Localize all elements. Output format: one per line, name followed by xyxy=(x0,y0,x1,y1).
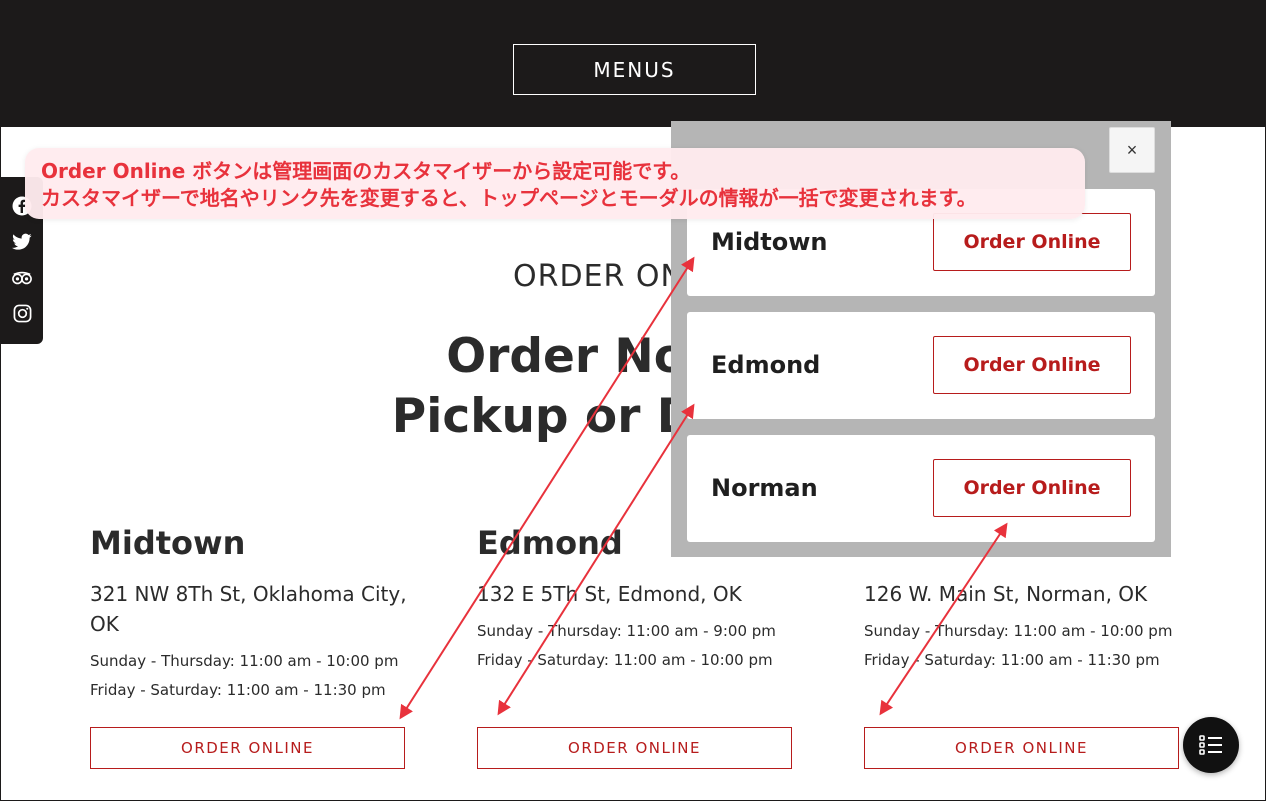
twitter-icon[interactable] xyxy=(12,232,32,252)
instagram-icon[interactable] xyxy=(12,303,32,323)
order-online-button-norman[interactable]: ORDER ONLINE xyxy=(864,727,1179,769)
location-hours: Sunday - Thursday: 11:00 am - 9:00 pm Fr… xyxy=(477,617,807,675)
top-header: MENUS xyxy=(1,1,1266,127)
location-name: Midtown xyxy=(90,524,246,562)
modal-order-button-edmond[interactable]: Order Online xyxy=(933,336,1131,394)
modal-close-button[interactable]: × xyxy=(1109,127,1155,173)
hours-weekend: Friday - Saturday: 11:00 am - 11:30 pm xyxy=(90,681,386,699)
annotation-line2: カスタマイザーで地名やリンク先を変更すると、トップページとモーダルの情報が一括で… xyxy=(41,186,977,210)
location-hours: Sunday - Thursday: 11:00 am - 10:00 pm F… xyxy=(90,647,420,705)
order-online-button-edmond[interactable]: ORDER ONLINE xyxy=(477,727,792,769)
modal-order-button-norman[interactable]: Order Online xyxy=(933,459,1131,517)
list-menu-button[interactable] xyxy=(1183,717,1239,773)
location-address: 132 E 5Th St, Edmond, OK xyxy=(477,582,742,606)
modal-location-card: Norman Order Online xyxy=(687,435,1155,542)
modal-order-button-midtown[interactable]: Order Online xyxy=(933,213,1131,271)
hours-weekend: Friday - Saturday: 11:00 am - 10:00 pm xyxy=(477,651,773,669)
hours-weekend: Friday - Saturday: 11:00 am - 11:30 pm xyxy=(864,651,1160,669)
location-address: 321 NW 8Th St, Oklahoma City, OK xyxy=(90,582,407,636)
location-address: 126 W. Main St, Norman, OK xyxy=(864,582,1148,606)
annotation-callout: Order Online ボタンは管理画面のカスタマイザーから設定可能です。 カ… xyxy=(25,148,1085,219)
hours-weekday: Sunday - Thursday: 11:00 am - 10:00 pm xyxy=(864,622,1173,640)
menus-button[interactable]: MENUS xyxy=(513,44,756,95)
modal-location-name: Edmond xyxy=(711,351,821,379)
location-hours: Sunday - Thursday: 11:00 am - 10:00 pm F… xyxy=(864,617,1194,675)
order-online-button-midtown[interactable]: ORDER ONLINE xyxy=(90,727,405,769)
modal-location-name: Norman xyxy=(711,474,818,502)
hours-weekday: Sunday - Thursday: 11:00 am - 10:00 pm xyxy=(90,652,399,670)
modal-location-card: Edmond Order Online xyxy=(687,312,1155,419)
annotation-line1: Order Online ボタンは管理画面のカスタマイザーから設定可能です。 xyxy=(41,159,691,183)
hours-weekday: Sunday - Thursday: 11:00 am - 9:00 pm xyxy=(477,622,776,640)
list-icon xyxy=(1199,735,1222,755)
location-midtown: Midtown 321 NW 8Th St, Oklahoma City, OK… xyxy=(90,521,420,705)
